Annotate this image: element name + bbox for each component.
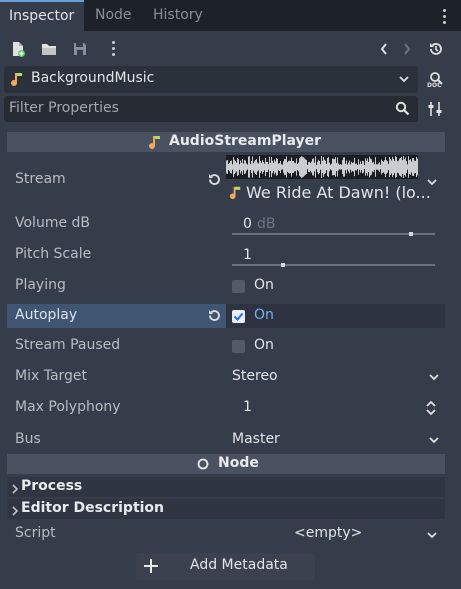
prop-label-stream: Stream (15, 171, 66, 187)
playing-value[interactable]: On (254, 277, 274, 293)
audiostreamplayer-section-header: AudioStreamPlayer (7, 132, 445, 152)
prop-label-script: Script (15, 525, 56, 541)
filter-settings-icon[interactable] (427, 101, 443, 121)
filter-properties-input[interactable]: Filter Properties (4, 96, 418, 122)
add-icon (143, 558, 159, 578)
revert-icon[interactable] (207, 172, 222, 191)
recent-history-icon[interactable] (428, 41, 444, 57)
process-group-header[interactable]: Process (7, 477, 445, 497)
node-section-title: Node (218, 455, 259, 471)
pitch-slider[interactable] (232, 264, 435, 266)
audio-stream-icon (9, 71, 25, 91)
stream-paused-value[interactable]: On (254, 337, 274, 353)
stream-paused-checkbox[interactable] (232, 340, 245, 353)
chevron-right-icon (11, 482, 19, 498)
editor-description-group-label: Editor Description (21, 500, 165, 516)
prop-label-playing: Playing (15, 277, 66, 293)
open-docs-icon[interactable]: DOC (426, 70, 444, 92)
mix-target-value[interactable]: Stereo (232, 368, 278, 384)
volume-unit: dB (257, 216, 276, 232)
node-icon (197, 458, 209, 474)
tab-node[interactable]: Node (95, 0, 132, 31)
script-value[interactable]: <empty> (294, 525, 362, 541)
prop-label-volume-db: Volume dB (15, 215, 91, 231)
tab-history[interactable]: History (153, 0, 203, 31)
process-group-label: Process (21, 478, 83, 494)
prop-label-mix-target: Mix Target (15, 368, 88, 384)
spinbox-arrows-icon[interactable] (425, 399, 437, 421)
chevron-down-icon[interactable] (428, 371, 440, 387)
stream-value[interactable]: We Ride At Dawn! (lo... (246, 183, 431, 202)
playing-checkbox[interactable] (232, 280, 245, 293)
filter-placeholder: Filter Properties (9, 100, 119, 116)
search-icon (395, 101, 410, 120)
volume-value[interactable]: 0 (243, 216, 252, 232)
volume-slider-grabber[interactable] (408, 232, 413, 236)
object-name: BackgroundMusic (31, 70, 155, 86)
open-folder-icon[interactable] (41, 41, 57, 57)
prop-label-autoplay: Autoplay (15, 307, 78, 323)
chevron-down-icon[interactable] (426, 176, 438, 192)
new-resource-icon[interactable] (10, 41, 26, 57)
pitch-value[interactable]: 1 (243, 247, 252, 263)
tab-menu-icon[interactable] (442, 9, 446, 24)
node-section-header: Node (7, 454, 445, 474)
save-icon[interactable] (72, 41, 88, 57)
more-options-icon[interactable] (111, 41, 115, 56)
add-metadata-button[interactable]: Add Metadata (136, 553, 315, 580)
chevron-down-icon[interactable] (428, 434, 440, 450)
pitch-slider-grabber[interactable] (280, 263, 285, 267)
audio-stream-icon (147, 134, 163, 154)
tab-inspector[interactable]: Inspector (0, 0, 84, 31)
revert-icon[interactable] (207, 308, 222, 327)
stream-waveform-preview[interactable] (226, 155, 418, 179)
checkmark-icon (233, 312, 244, 321)
max-polyphony-value[interactable]: 1 (243, 399, 252, 415)
prop-label-stream-paused: Stream Paused (15, 337, 121, 353)
chevron-down-icon[interactable] (398, 73, 410, 89)
history-back-icon[interactable] (378, 41, 390, 57)
autoplay-value[interactable]: On (254, 307, 274, 323)
svg-text:DOC: DOC (427, 82, 442, 88)
prop-label-pitch-scale: Pitch Scale (15, 246, 92, 262)
section-title: AudioStreamPlayer (169, 133, 322, 149)
prop-label-bus: Bus (15, 431, 41, 447)
editor-description-group-header[interactable]: Editor Description (7, 499, 445, 519)
add-metadata-label: Add Metadata (190, 557, 288, 573)
prop-label-max-polyphony: Max Polyphony (15, 399, 121, 415)
chevron-right-icon (11, 504, 19, 520)
volume-slider[interactable] (232, 233, 435, 235)
chevron-down-icon[interactable] (426, 529, 438, 545)
autoplay-checkbox[interactable] (232, 310, 245, 323)
history-forward-icon[interactable] (401, 41, 413, 57)
object-selector[interactable]: BackgroundMusic (4, 66, 418, 93)
bus-value[interactable]: Master (232, 431, 280, 447)
audio-stream-icon (228, 185, 243, 204)
